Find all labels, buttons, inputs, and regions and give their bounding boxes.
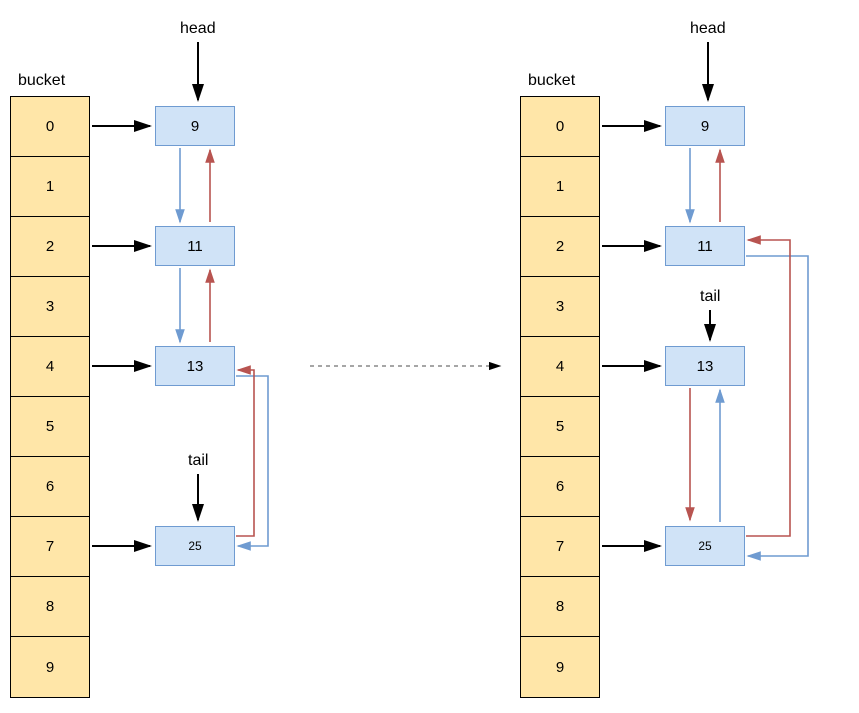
bucket-column-right: 0 1 2 3 4 5 6 7 8 9 [520, 96, 600, 698]
bucket-column-left: 0 1 2 3 4 5 6 7 8 9 [10, 96, 90, 698]
head-label-right: head [690, 20, 726, 38]
bucket-cell: 8 [521, 577, 599, 637]
head-label-left: head [180, 20, 216, 38]
node-right-13: 13 [665, 346, 745, 386]
bucket-cell: 2 [11, 217, 89, 277]
bucket-cell: 3 [11, 277, 89, 337]
bucket-cell: 7 [521, 517, 599, 577]
bucket-cell: 5 [11, 397, 89, 457]
node-left-13: 13 [155, 346, 235, 386]
bucket-cell: 0 [11, 97, 89, 157]
node-right-11: 11 [665, 226, 745, 266]
bucket-cell: 2 [521, 217, 599, 277]
bucket-cell: 1 [521, 157, 599, 217]
node-right-9: 9 [665, 106, 745, 146]
node-right-25: 25 [665, 526, 745, 566]
bucket-cell: 4 [521, 337, 599, 397]
node-left-9: 9 [155, 106, 235, 146]
bucket-cell: 6 [11, 457, 89, 517]
tail-label-left: tail [188, 452, 208, 470]
bucket-label-left: bucket [18, 72, 65, 90]
node-left-25: 25 [155, 526, 235, 566]
bucket-cell: 9 [11, 637, 89, 697]
bucket-cell: 7 [11, 517, 89, 577]
node-left-11: 11 [155, 226, 235, 266]
bucket-cell: 4 [11, 337, 89, 397]
bucket-cell: 3 [521, 277, 599, 337]
bucket-cell: 9 [521, 637, 599, 697]
bucket-label-right: bucket [528, 72, 575, 90]
bucket-cell: 0 [521, 97, 599, 157]
bucket-cell: 8 [11, 577, 89, 637]
bucket-cell: 6 [521, 457, 599, 517]
bucket-cell: 5 [521, 397, 599, 457]
bucket-cell: 1 [11, 157, 89, 217]
tail-label-right: tail [700, 288, 720, 306]
